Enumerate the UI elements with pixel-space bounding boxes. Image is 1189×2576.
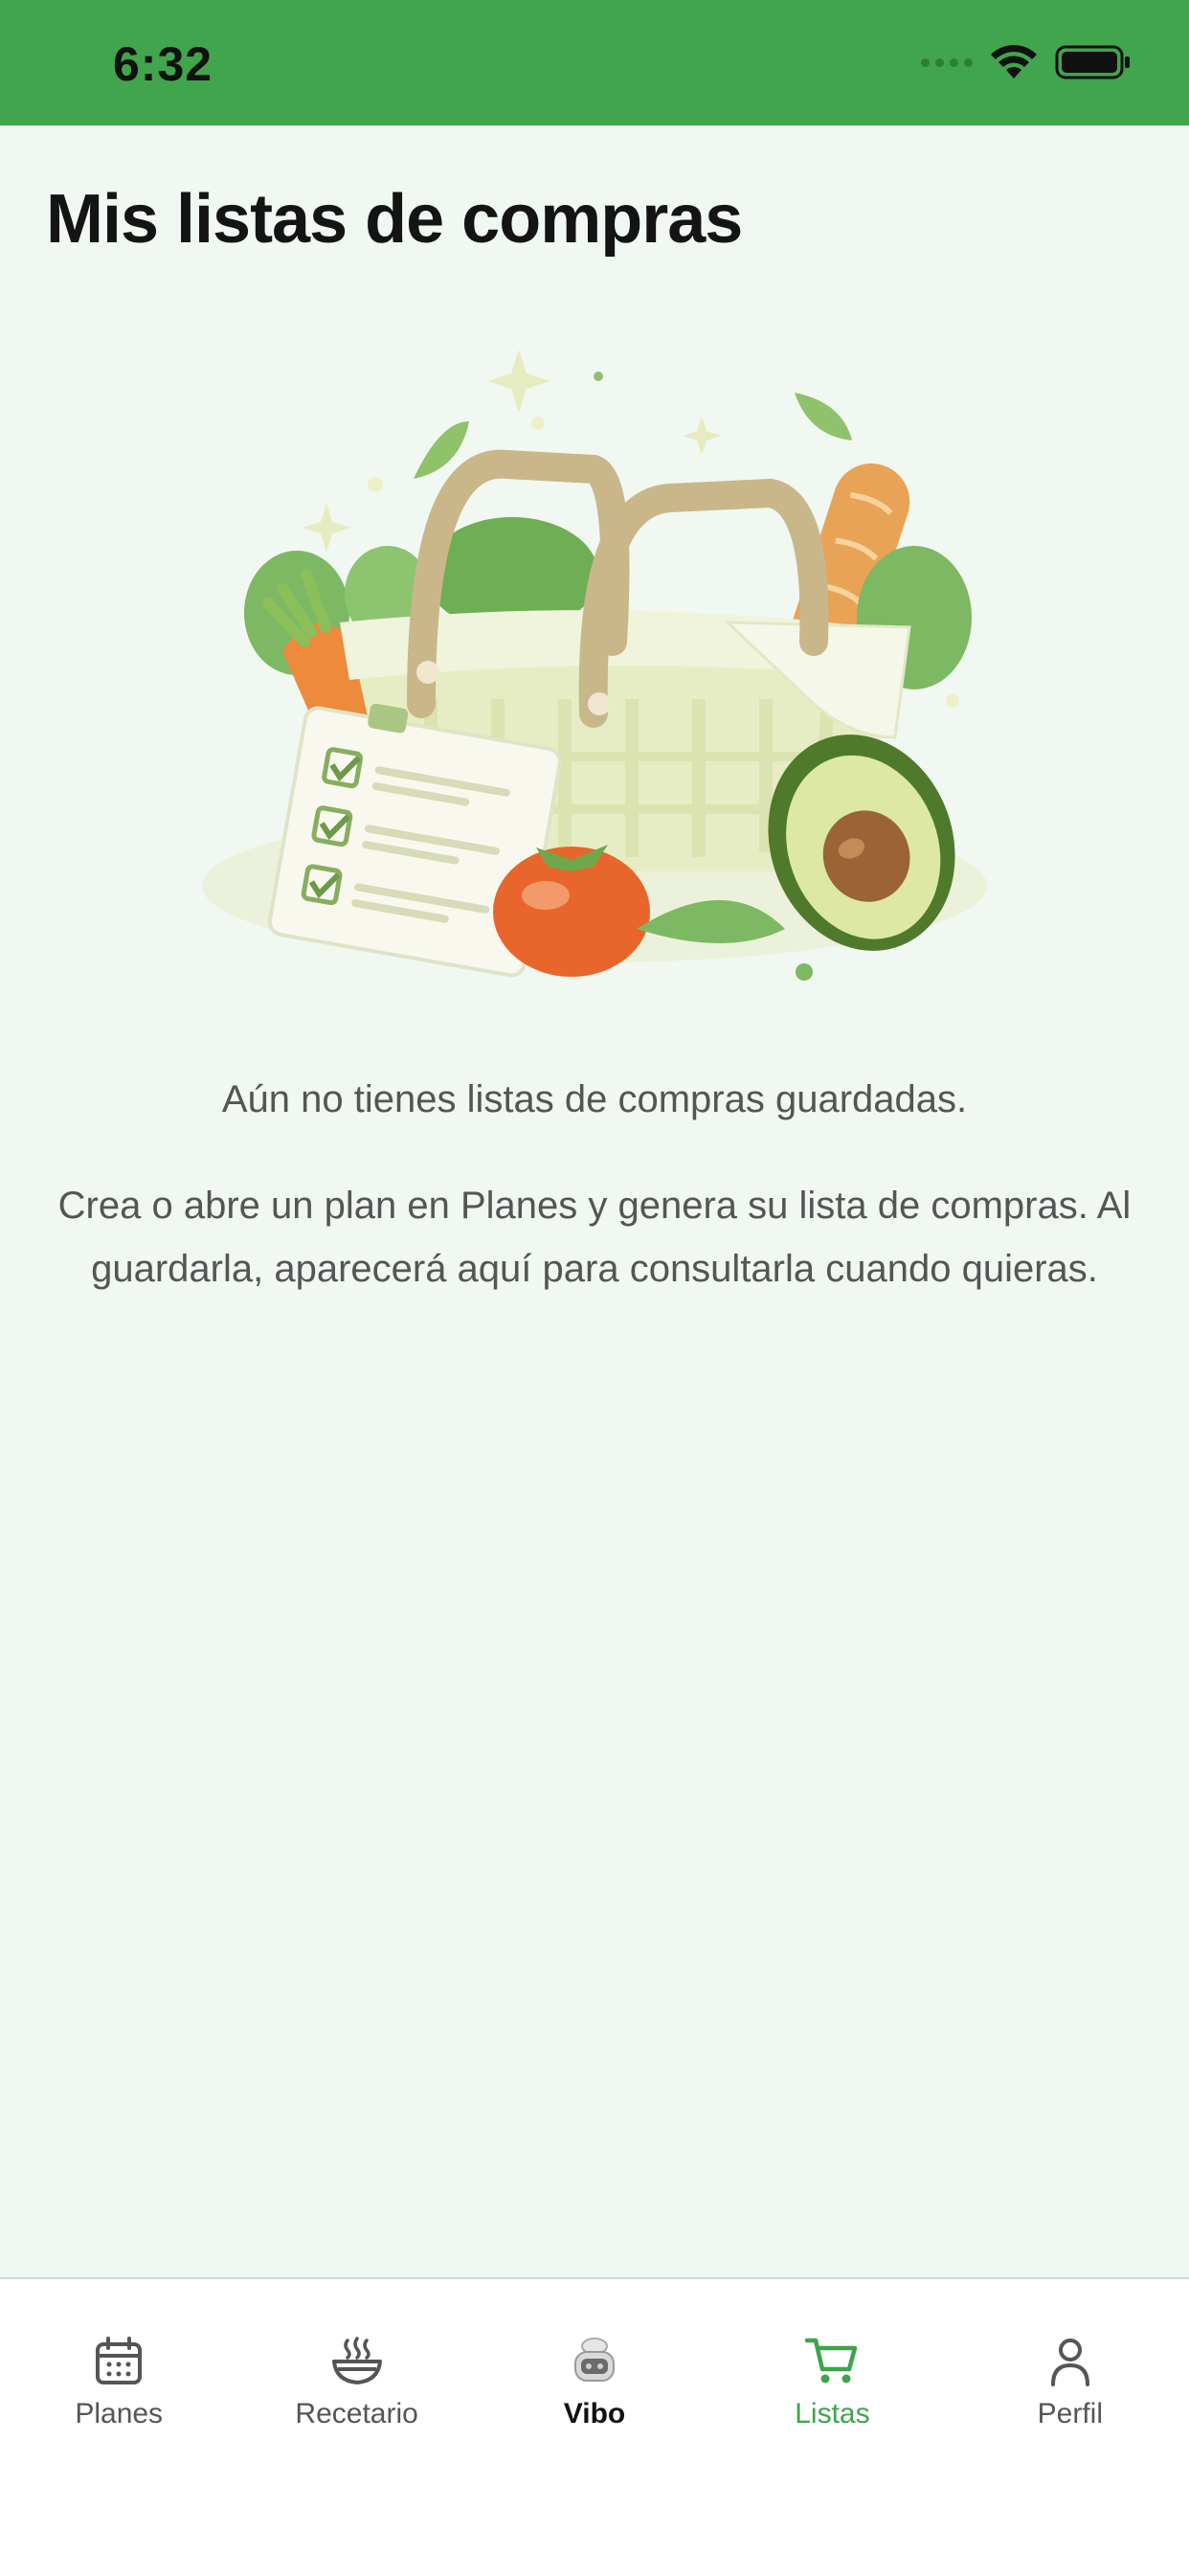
tab-bar: Planes Recetario Vibo Listas Perfil: [0, 2277, 1189, 2576]
steaming-bowl-icon: [331, 2337, 382, 2384]
tab-vibo[interactable]: Vibo: [476, 2279, 713, 2576]
wifi-icon: [991, 45, 1037, 79]
empty-state-description: Crea o abre un plan en Planes y genera s…: [57, 1185, 1132, 1290]
person-icon: [1050, 2339, 1089, 2386]
tab-recetario[interactable]: Recetario: [237, 2279, 475, 2576]
tab-label: Perfil: [1037, 2398, 1103, 2429]
battery-icon: [1055, 45, 1130, 79]
status-icons: [921, 44, 1132, 80]
tab-label: Listas: [795, 2398, 870, 2429]
tab-planes[interactable]: Planes: [0, 2279, 237, 2576]
empty-state-title: Aún no tienes listas de compras guardada…: [221, 1078, 968, 1120]
tab-label: Vibo: [563, 2398, 626, 2429]
status-bar: 6:32: [0, 0, 1189, 125]
signal-icon: [921, 57, 973, 67]
tab-listas[interactable]: Listas: [713, 2279, 951, 2576]
page-title: Mis listas de compras: [46, 181, 743, 258]
tab-label: Recetario: [295, 2398, 418, 2429]
shopping-basket-illustration: [202, 350, 987, 981]
status-time: 6:32: [113, 37, 213, 91]
tab-perfil[interactable]: Perfil: [952, 2279, 1189, 2576]
calendar-icon: [96, 2337, 143, 2384]
cart-icon: [805, 2338, 858, 2384]
chef-bot-icon: [574, 2338, 616, 2382]
tab-label: Planes: [75, 2398, 164, 2429]
